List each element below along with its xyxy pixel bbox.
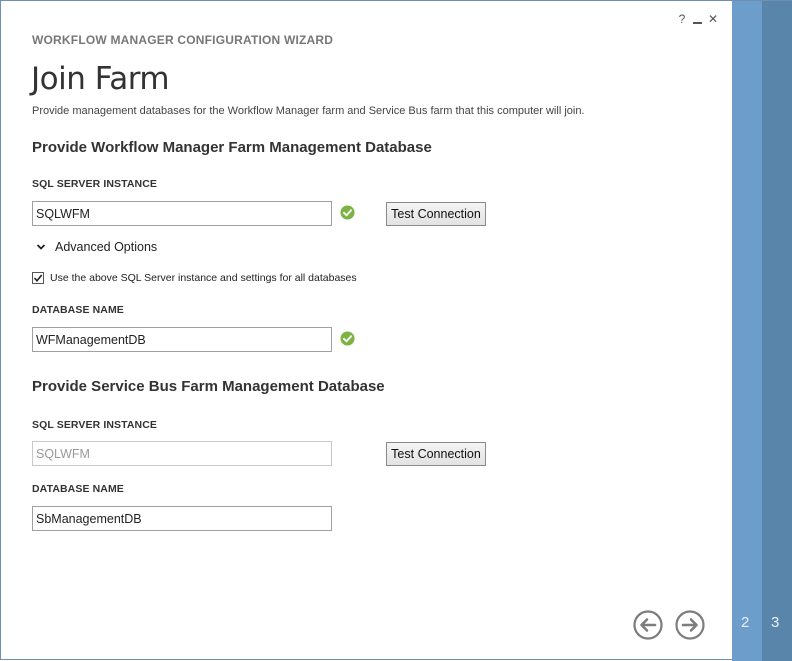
servicebus-sql-input [32, 441, 332, 466]
workflow-sql-input[interactable] [32, 201, 332, 226]
servicebus-test-connection-button[interactable]: Test Connection [386, 442, 486, 466]
servicebus-db-label: DATABASE NAME [32, 483, 124, 495]
servicebus-section-heading: Provide Service Bus Farm Management Data… [32, 378, 385, 395]
success-check-icon [340, 205, 355, 220]
page-description: Provide management databases for the Wor… [32, 105, 585, 117]
page-title: Join Farm [31, 61, 170, 97]
wizard-window: ? ✕ WORKFLOW MANAGER CONFIGURATION WIZAR… [0, 0, 792, 661]
workflow-db-input[interactable] [32, 327, 332, 352]
servicebus-sql-label: SQL SERVER INSTANCE [32, 419, 158, 431]
back-button[interactable] [633, 610, 663, 640]
next-button[interactable] [675, 610, 705, 640]
window-controls: ? ✕ [677, 12, 718, 26]
workflow-section-heading: Provide Workflow Manager Farm Management… [32, 139, 432, 156]
help-button[interactable]: ? [677, 12, 687, 26]
success-check-icon [340, 331, 355, 346]
step-2-panel [732, 1, 762, 661]
use-settings-label: Use the above SQL Server instance and se… [50, 272, 357, 284]
use-settings-row: Use the above SQL Server instance and se… [32, 272, 357, 284]
wizard-title: WORKFLOW MANAGER CONFIGURATION WIZARD [32, 33, 334, 47]
advanced-options-toggle[interactable]: Advanced Options [35, 240, 157, 254]
workflow-db-label: DATABASE NAME [32, 304, 124, 316]
step-3-label: 3 [771, 614, 780, 631]
workflow-sql-label: SQL SERVER INSTANCE [32, 178, 158, 190]
use-settings-checkbox[interactable] [32, 272, 44, 284]
close-button[interactable]: ✕ [708, 12, 718, 26]
step-3-panel [762, 1, 792, 661]
workflow-test-connection-button[interactable]: Test Connection [386, 202, 486, 226]
minimize-button[interactable] [693, 14, 702, 24]
servicebus-db-input[interactable] [32, 506, 332, 531]
step-2-label: 2 [741, 614, 750, 631]
checkmark-icon [33, 274, 43, 283]
advanced-options-label: Advanced Options [55, 240, 158, 254]
chevron-down-icon [36, 244, 46, 250]
